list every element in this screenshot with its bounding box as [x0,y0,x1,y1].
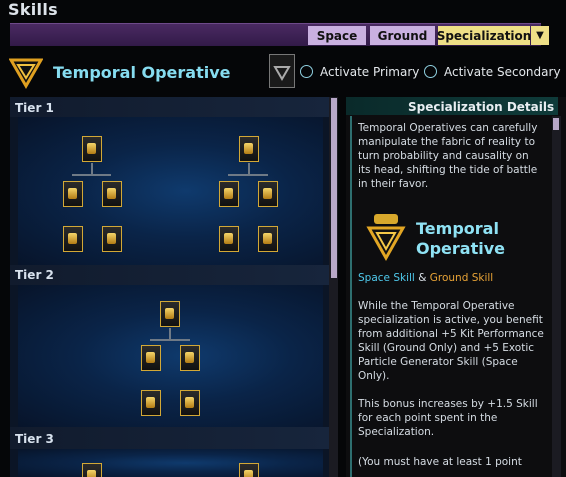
spec-description: Temporal Operatives can carefully manipu… [358,122,538,190]
skills-title: Skills [8,0,58,19]
temporal-operative-emblem-icon [9,58,43,90]
tier-1-label: Tier 1 [15,101,54,115]
space-skill-tag: Space Skill [358,272,415,284]
tree-scrollbar-thumb[interactable] [331,98,337,278]
skill-node[interactable] [180,390,200,416]
skill-node[interactable] [258,181,278,207]
activate-secondary-radio[interactable] [424,65,437,78]
spec-bonus-description: While the Temporal Operative specializat… [358,300,544,382]
skill-node[interactable] [180,345,200,371]
tier-3-band [10,427,329,449]
skill-node[interactable] [82,463,102,477]
tier-2-label: Tier 2 [15,268,54,282]
primary-spec-slot-icon[interactable] [269,54,295,88]
skill-node[interactable] [141,345,161,371]
skill-node[interactable] [239,136,259,162]
tab-space[interactable]: Space [308,26,366,45]
skill-node[interactable] [102,226,122,252]
details-header: Specialization Details [408,100,555,114]
skill-node[interactable] [160,301,180,327]
skill-node[interactable] [82,136,102,162]
details-scrollbar-thumb[interactable] [553,118,559,130]
tier-3-background [18,449,323,477]
tier-1-band [10,97,329,117]
tier-3-label: Tier 3 [15,432,54,446]
skill-separator: & [418,272,427,284]
tab-specialization[interactable]: Specialization [437,26,531,45]
skill-node[interactable] [63,181,83,207]
details-spec-name: Temporal Operative [416,219,506,258]
activate-primary-radio[interactable] [300,65,313,78]
tier-2-band [10,265,329,285]
activate-primary-label[interactable]: Activate Primary [320,65,419,79]
dropdown-arrow-icon[interactable]: ▼ [531,26,549,45]
tab-ground[interactable]: Ground [370,26,435,45]
skill-node[interactable] [219,181,239,207]
skill-node[interactable] [141,390,161,416]
tab-bar: Space Ground Specialization ▼ [10,23,549,46]
skill-node[interactable] [239,463,259,477]
activate-secondary-label[interactable]: Activate Secondary [444,65,561,79]
spec-bonus-scaling: This bonus increases by +1.5 Skill for e… [358,398,538,438]
spec-requirement-note: (You must have at least 1 point [358,456,522,468]
temporal-operative-emblem-icon [366,214,406,262]
skill-node[interactable] [63,226,83,252]
skill-types: Space Skill & Ground Skill [358,272,493,284]
skill-tree-panel: Tier 1 Tier 2 Tier 3 [10,97,329,477]
skill-node[interactable] [258,226,278,252]
details-scrollbar[interactable] [552,116,561,477]
skill-node[interactable] [219,226,239,252]
ground-skill-tag: Ground Skill [429,272,494,284]
skill-node[interactable] [102,181,122,207]
spec-title: Temporal Operative [53,63,231,82]
